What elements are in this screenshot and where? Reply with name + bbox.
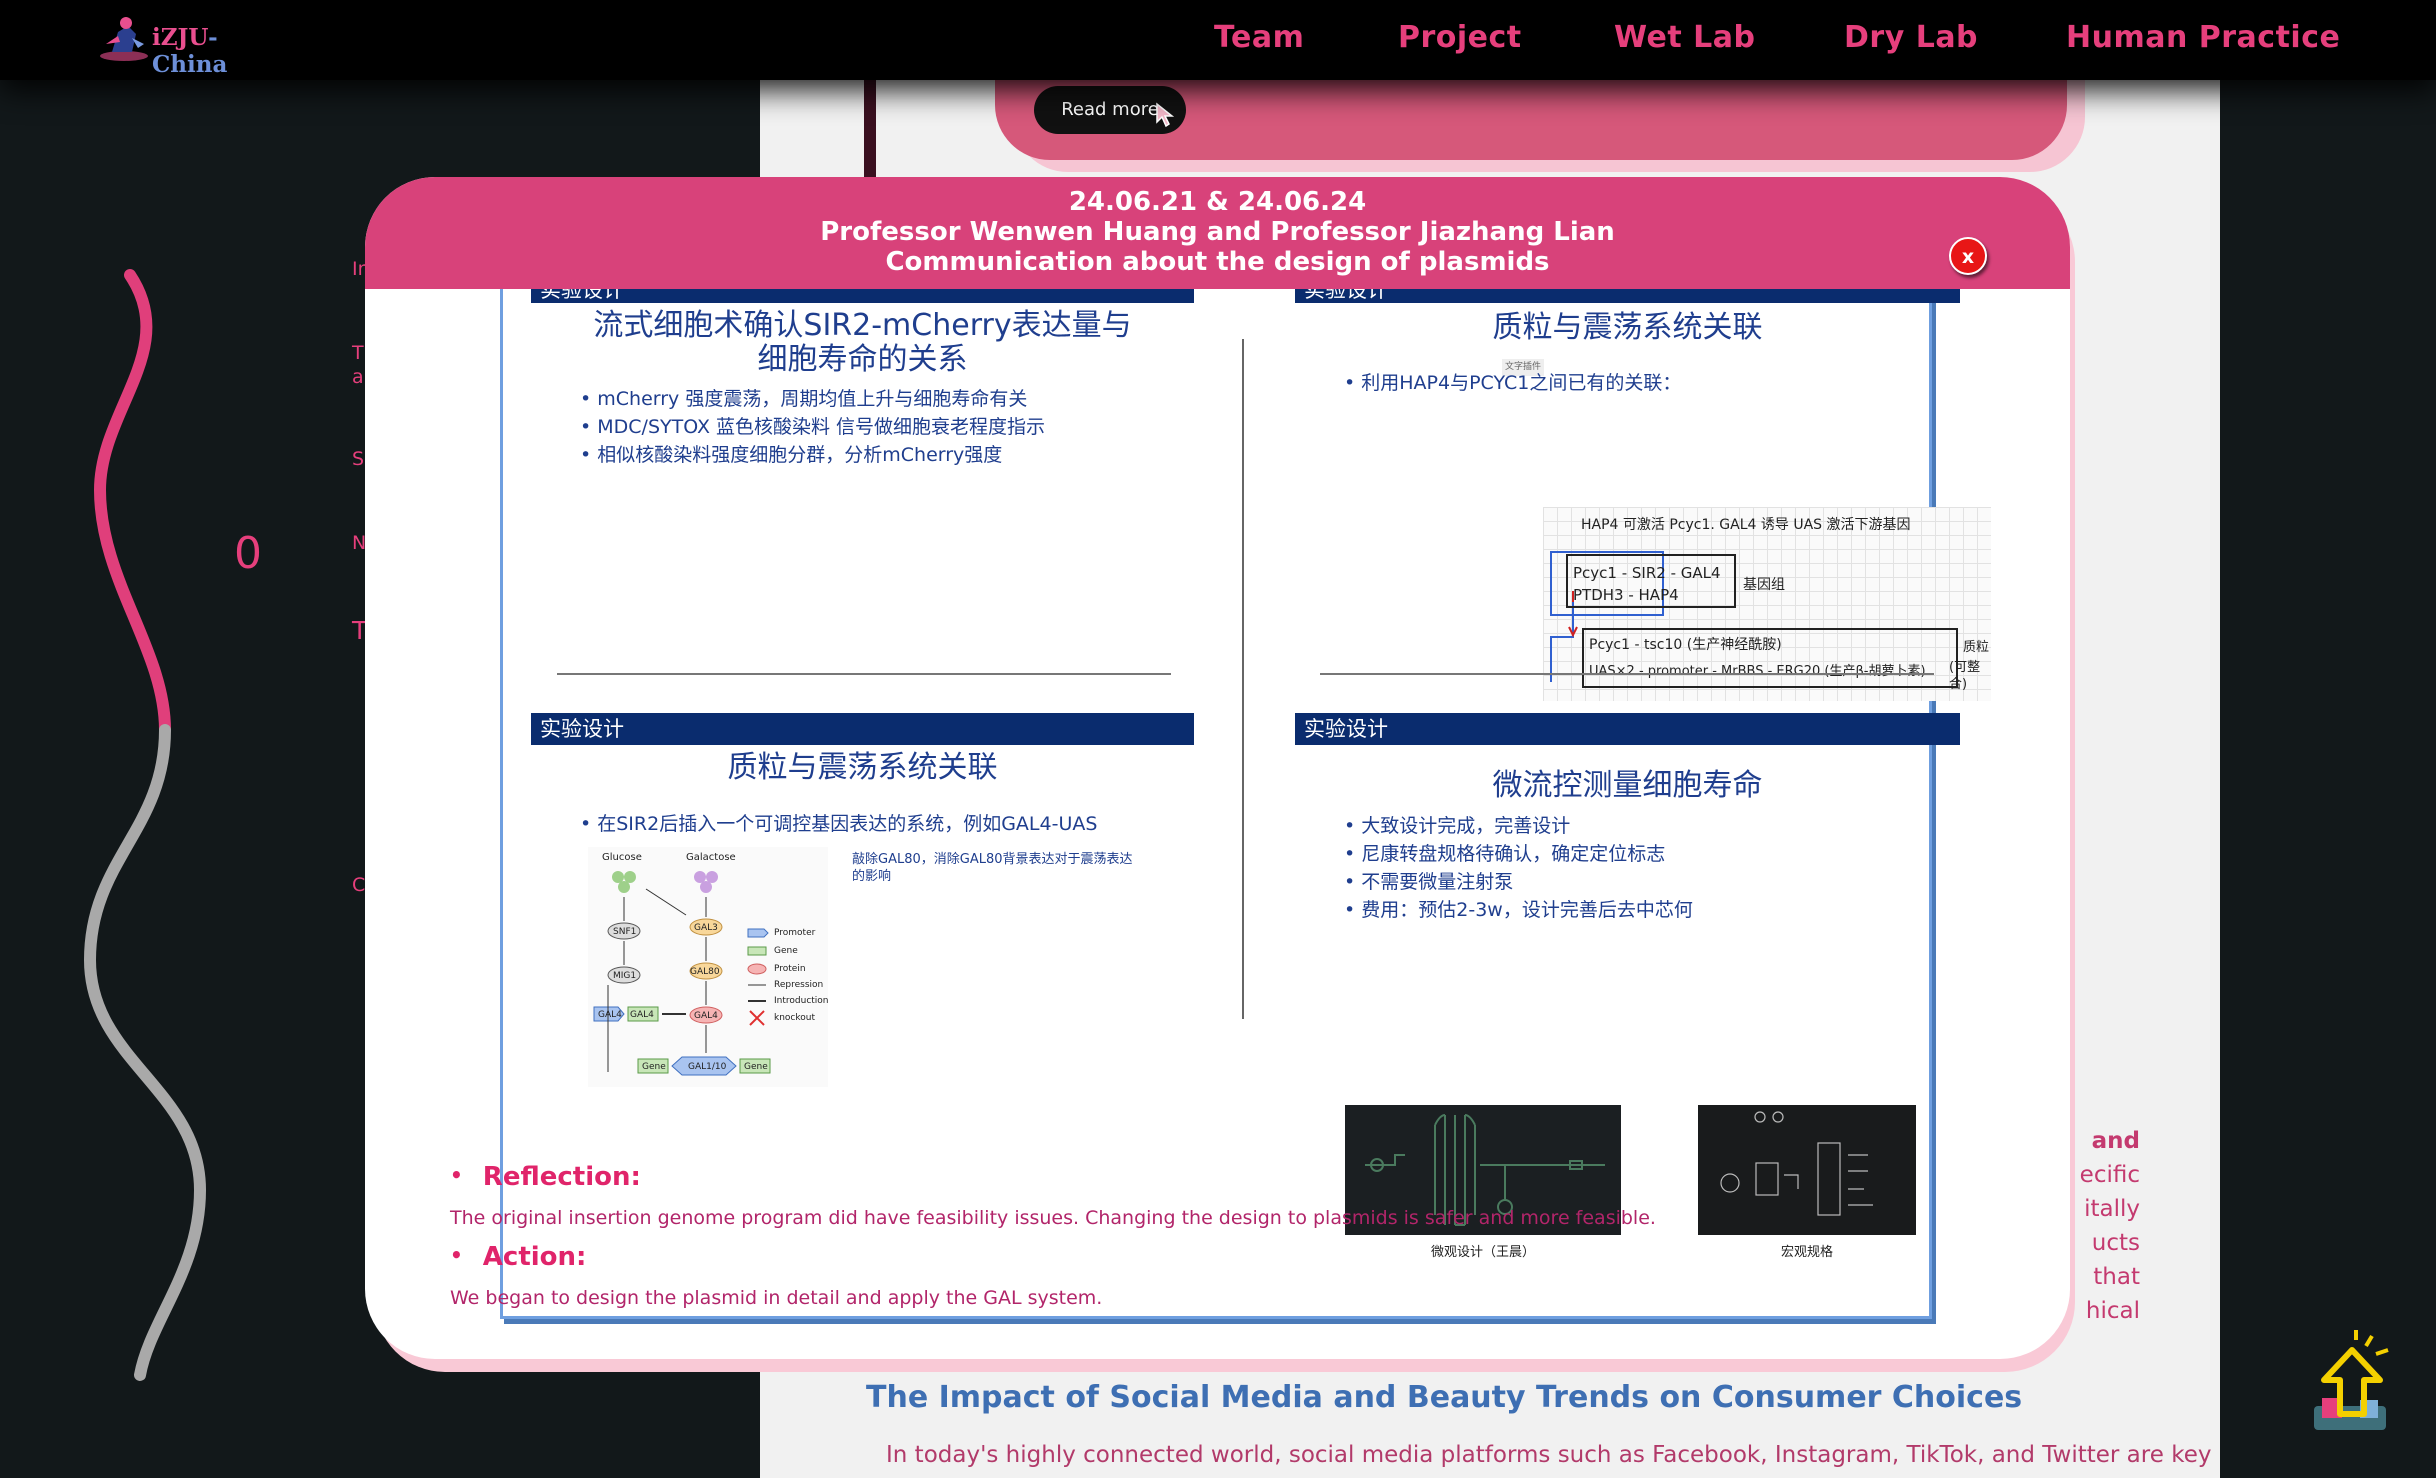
slide-rule xyxy=(1320,673,1934,675)
diagram-node: GAL4 xyxy=(694,1011,718,1021)
section-heading: The Impact of Social Media and Beauty Tr… xyxy=(866,1380,2023,1415)
slide-band: 实验设计 xyxy=(531,289,1194,303)
slide-bullet: 尼康转盘规格待确认，确定定位标志 xyxy=(1344,840,1693,868)
slide-bullet-list: 在SIR2后插入一个可调控基因表达的系统，例如GAL4-UAS xyxy=(580,810,1097,838)
timeline-marker: 0 xyxy=(234,528,262,579)
back-to-top-icon[interactable] xyxy=(2306,1328,2398,1438)
slide-title: 微流控测量细胞寿命 xyxy=(1492,768,1763,803)
slide-bullet: MDC/SYTOX 蓝色核酸染料 信号做细胞衰老程度指示 xyxy=(580,413,1045,441)
bullet-dot-icon: • xyxy=(450,1163,463,1187)
diagram-legend-item: Introduction xyxy=(774,996,829,1006)
slide-title: 质粒与震荡系统关联 xyxy=(727,750,998,785)
slide-bullet-list: 利用HAP4与PCYC1之间已有的关联： xyxy=(1344,369,1681,397)
left-text-fragment: T xyxy=(352,342,364,364)
timeline-bar xyxy=(864,70,876,180)
slide-band: 实验设计 xyxy=(1295,289,1960,303)
macro-spec-drawing xyxy=(1720,1111,1873,1216)
logo-text: iZJU-China xyxy=(152,24,228,78)
section-paragraph: In today's highly connected world, socia… xyxy=(886,1442,2212,1468)
note-text: Pcyc1 - tsc10 (生产神经酰胺) xyxy=(1589,637,1782,653)
action-text: We began to design the plasmid in detail… xyxy=(450,1287,1103,1309)
slide-bullet: 不需要微量注射泵 xyxy=(1344,868,1693,896)
mouse-pointer-icon xyxy=(1156,102,1175,128)
slide-divider xyxy=(1242,339,1244,1019)
slide-bullet-list: mCherry 强度震荡，周期均值上升与细胞寿命有关 MDC/SYTOX 蓝色核… xyxy=(580,385,1045,469)
diagram-legend-item: Promoter xyxy=(774,928,816,938)
slide-bullet-list: 大致设计完成，完善设计 尼康转盘规格待确认，确定定位标志 不需要微量注射泵 费用… xyxy=(1344,812,1693,924)
note-text: Pcyc1 - SIR2 - GAL4 xyxy=(1573,564,1721,582)
diagram-label: Glucose xyxy=(602,852,642,863)
action-heading: • Action: xyxy=(450,1242,587,1272)
macro-spec-image xyxy=(1698,1105,1916,1235)
slide-image: 实验设计 流式细胞术确认SIR2-mCherry表达量与 细胞寿命的关系 mCh… xyxy=(500,289,1991,1319)
slide-title: 质粒与震荡系统关联 xyxy=(1492,310,1763,345)
slide-rule xyxy=(557,673,1171,675)
diagram-legend-item: Gene xyxy=(774,946,798,956)
slide-title: 流式细胞术确认SIR2-mCherry表达量与 细胞寿命的关系 xyxy=(593,308,1132,377)
modal-header: 24.06.21 & 24.06.24 Professor Wenwen Hua… xyxy=(365,177,2070,289)
note-text: HAP4 可激活 Pcyc1. GAL4 诱导 UAS 激活下游基因 xyxy=(1581,517,1911,533)
diagram-legend-item: Protein xyxy=(774,964,806,974)
slide-band: 实验设计 xyxy=(1295,713,1960,745)
reflection-heading: • Reflection: xyxy=(450,1162,641,1192)
slide-bullet: 在SIR2后插入一个可调控基因表达的系统，例如GAL4-UAS xyxy=(580,810,1097,838)
handwritten-notes-image: HAP4 可激活 Pcyc1. GAL4 诱导 UAS 激活下游基因 Pcyc1… xyxy=(1543,507,1991,701)
slide-bullet: 相似核酸染料强度细胞分群，分析mCherry强度 xyxy=(580,441,1045,469)
diagram-node: SNF1 xyxy=(613,927,637,937)
meeting-participants: Professor Wenwen Huang and Professor Jia… xyxy=(820,217,1615,247)
left-text-fragment: S xyxy=(352,448,365,470)
slide-bullet: 大致设计完成，完善设计 xyxy=(1344,812,1693,840)
site-logo[interactable]: iZJU-China xyxy=(98,14,288,78)
meeting-date: 24.06.21 & 24.06.24 xyxy=(1068,187,1367,217)
nav-item-human-practice[interactable]: Human Practice xyxy=(2066,20,2340,55)
nav-item-team[interactable]: Team xyxy=(1214,20,1304,55)
diagram-node: GAL4 xyxy=(598,1010,622,1020)
note-text: (可整合) xyxy=(1949,660,1981,692)
note-text: 基因组 xyxy=(1743,577,1785,593)
reflection-text: The original insertion genome program di… xyxy=(450,1207,1656,1229)
left-text-fragment: C xyxy=(352,874,366,896)
slide-bullet: mCherry 强度震荡，周期均值上升与细胞寿命有关 xyxy=(580,385,1045,413)
meeting-topic: Communication about the design of plasmi… xyxy=(885,247,1550,277)
left-text-fragment: a xyxy=(352,366,364,388)
gal-pathway-diagram: Glucose Galactose SNF1 MIG1 GAL3 GAL80 G… xyxy=(588,847,829,1087)
diagram-legend-item: Repression xyxy=(774,980,824,990)
diagram-node: GAL1/10 xyxy=(688,1062,727,1072)
meeting-detail-modal: 24.06.21 & 24.06.24 Professor Wenwen Hua… xyxy=(365,177,2070,1359)
image-caption: 微观设计（王晨） xyxy=(1430,1245,1535,1260)
nav-item-project[interactable]: Project xyxy=(1398,20,1522,55)
diagram-node: MIG1 xyxy=(613,971,637,981)
slide-bullet: 利用HAP4与PCYC1之间已有的关联： xyxy=(1344,369,1681,397)
diagram-node: GAL80 xyxy=(690,967,720,977)
decorative-wave xyxy=(83,269,207,1381)
bullet-dot-icon: • xyxy=(450,1243,463,1267)
nav-item-dry-lab[interactable]: Dry Lab xyxy=(1844,20,1978,55)
close-button[interactable]: x xyxy=(1949,237,1987,275)
diagram-node: GAL3 xyxy=(694,923,718,933)
nav-item-wet-lab[interactable]: Wet Lab xyxy=(1614,20,1756,55)
top-navbar: iZJU-China Team Project Wet Lab Dry Lab … xyxy=(0,0,2436,80)
slide-band: 实验设计 xyxy=(531,713,1194,745)
diagram-node: GAL4 xyxy=(630,1010,654,1020)
diagram-label: Galactose xyxy=(686,852,736,863)
diagram-node: Gene xyxy=(744,1062,768,1072)
image-caption: 宏观规格 xyxy=(1780,1245,1833,1260)
slide-bullet: 费用：预估2-3w，设计完善后去中芯何 xyxy=(1344,896,1693,924)
note-text: PTDH3 - HAP4 xyxy=(1573,586,1679,604)
diagram-node: Gene xyxy=(642,1062,666,1072)
note-text: 质粒 xyxy=(1963,640,1990,655)
logo-mascot-icon xyxy=(100,17,148,61)
note-text: UAS×2 - promoter - MrBBS - ERG20 (生产β-胡萝… xyxy=(1589,664,1926,679)
diagram-legend-item: knockout xyxy=(774,1013,816,1023)
slide-caption: 敲除GAL80，消除GAL80背景表达对于震荡表达的影响 xyxy=(852,852,1133,884)
